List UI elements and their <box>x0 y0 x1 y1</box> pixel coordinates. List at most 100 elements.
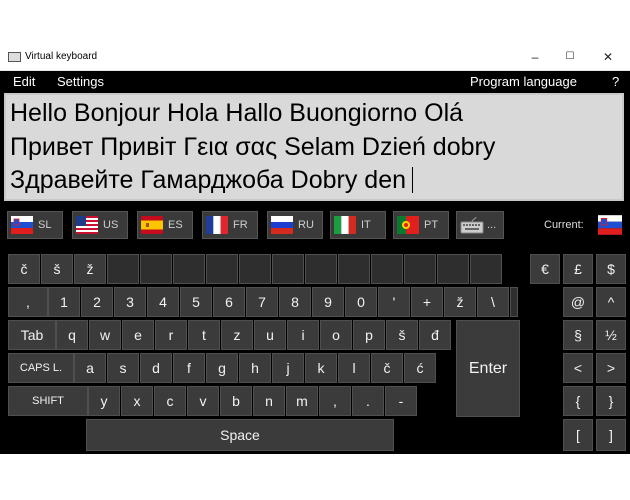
key-l[interactable]: l <box>338 353 370 383</box>
key-h[interactable]: h <box>239 353 271 383</box>
slovenia-flag-icon <box>11 216 33 234</box>
key-s[interactable]: s <box>107 353 139 383</box>
key-6[interactable]: 6 <box>213 287 245 317</box>
dollar-key[interactable]: $ <box>596 254 626 284</box>
key-4[interactable]: 4 <box>147 287 179 317</box>
greater-than-key[interactable]: > <box>596 353 626 383</box>
key-blank[interactable] <box>338 254 370 284</box>
key-0[interactable]: y <box>88 386 120 416</box>
key-blank[interactable] <box>371 254 403 284</box>
lang-button-ru[interactable]: RU <box>267 211 323 239</box>
text-output-area[interactable]: Hello Bonjour Hola Hallo Buongiorno Olá … <box>4 93 624 201</box>
minimize-button[interactable]: – <box>520 47 550 67</box>
key-u[interactable]: u <box>254 320 286 350</box>
lang-button-us[interactable]: US <box>72 211 128 239</box>
key-14[interactable]: \ <box>477 287 509 317</box>
key-9[interactable]: - <box>385 386 417 416</box>
key-8[interactable]: 8 <box>279 287 311 317</box>
key-5[interactable]: 5 <box>180 287 212 317</box>
key-8[interactable]: . <box>352 386 384 416</box>
close-button[interactable]: ✕ <box>593 47 623 67</box>
key-r[interactable]: r <box>155 320 187 350</box>
lang-button-sl[interactable]: SL <box>7 211 63 239</box>
key-š[interactable]: š <box>386 320 418 350</box>
enter-key[interactable]: Enter <box>456 320 520 417</box>
key-i[interactable]: i <box>287 320 319 350</box>
caps-lock-key[interactable]: CAPS L. <box>8 353 74 383</box>
lang-button-es[interactable]: ES <box>137 211 193 239</box>
key-w[interactable]: w <box>89 320 121 350</box>
half-key[interactable]: ½ <box>596 320 626 350</box>
right-bracket-key[interactable]: ] <box>596 419 626 451</box>
menu-help[interactable]: ? <box>612 74 619 89</box>
key-ž[interactable]: ž <box>74 254 106 284</box>
key-blank[interactable] <box>239 254 271 284</box>
key-7[interactable]: , <box>319 386 351 416</box>
key-a[interactable]: a <box>74 353 106 383</box>
key-10[interactable]: 0 <box>345 287 377 317</box>
at-key[interactable]: @ <box>563 287 593 317</box>
key-3[interactable]: v <box>187 386 219 416</box>
menu-settings[interactable]: Settings <box>57 74 104 89</box>
key-e[interactable]: e <box>122 320 154 350</box>
key-q[interactable]: q <box>56 320 88 350</box>
left-brace-key[interactable]: { <box>563 386 593 416</box>
key-č[interactable]: č <box>8 254 40 284</box>
key-1[interactable]: 1 <box>48 287 80 317</box>
maximize-button[interactable]: ☐ <box>555 47 585 67</box>
key-č[interactable]: č <box>371 353 403 383</box>
key-label: z <box>233 327 241 343</box>
key-blank[interactable] <box>206 254 238 284</box>
key-2[interactable]: 2 <box>81 287 113 317</box>
key-blank[interactable] <box>272 254 304 284</box>
key-blank[interactable] <box>437 254 469 284</box>
left-bracket-key[interactable]: [ <box>563 419 593 451</box>
caret-key[interactable]: ^ <box>596 287 626 317</box>
key-t[interactable]: t <box>188 320 220 350</box>
key-g[interactable]: g <box>206 353 238 383</box>
lang-button-it[interactable]: IT <box>330 211 386 239</box>
menu-edit[interactable]: Edit <box>13 74 35 89</box>
key-blank[interactable] <box>404 254 436 284</box>
key-9[interactable]: 9 <box>312 287 344 317</box>
menu-program-language[interactable]: Program language <box>470 74 577 89</box>
key-2[interactable]: c <box>154 386 186 416</box>
key-o[interactable]: o <box>320 320 352 350</box>
key-6[interactable]: m <box>286 386 318 416</box>
key-blank[interactable] <box>305 254 337 284</box>
lang-button-pt[interactable]: PT <box>393 211 449 239</box>
key-k[interactable]: k <box>305 353 337 383</box>
shift-key[interactable]: SHIFT <box>8 386 88 416</box>
key-z[interactable]: z <box>221 320 253 350</box>
keyboard-settings-button[interactable]: ... <box>456 211 504 239</box>
key-p[interactable]: p <box>353 320 385 350</box>
key-đ[interactable]: đ <box>419 320 451 350</box>
key-13[interactable]: ž <box>444 287 476 317</box>
key-11[interactable]: ' <box>378 287 410 317</box>
key-blank[interactable] <box>173 254 205 284</box>
space-key[interactable]: Space <box>86 419 394 451</box>
key-j[interactable]: j <box>272 353 304 383</box>
key-ć[interactable]: ć <box>404 353 436 383</box>
key-4[interactable]: b <box>220 386 252 416</box>
key-blank[interactable] <box>510 287 518 317</box>
key-d[interactable]: d <box>140 353 172 383</box>
key-3[interactable]: 3 <box>114 287 146 317</box>
less-than-key[interactable]: < <box>563 353 593 383</box>
key-f[interactable]: f <box>173 353 205 383</box>
key-blank[interactable] <box>140 254 172 284</box>
tab-key[interactable]: Tab <box>8 320 56 350</box>
key-š[interactable]: š <box>41 254 73 284</box>
key-comma[interactable]: , <box>8 287 48 317</box>
key-7[interactable]: 7 <box>246 287 278 317</box>
euro-key[interactable]: € <box>530 254 560 284</box>
section-key[interactable]: § <box>563 320 593 350</box>
lang-button-fr[interactable]: FR <box>202 211 258 239</box>
key-blank[interactable] <box>470 254 502 284</box>
key-5[interactable]: n <box>253 386 285 416</box>
key-12[interactable]: + <box>411 287 443 317</box>
key-blank[interactable] <box>107 254 139 284</box>
pound-key[interactable]: £ <box>563 254 593 284</box>
key-1[interactable]: x <box>121 386 153 416</box>
right-brace-key[interactable]: } <box>596 386 626 416</box>
